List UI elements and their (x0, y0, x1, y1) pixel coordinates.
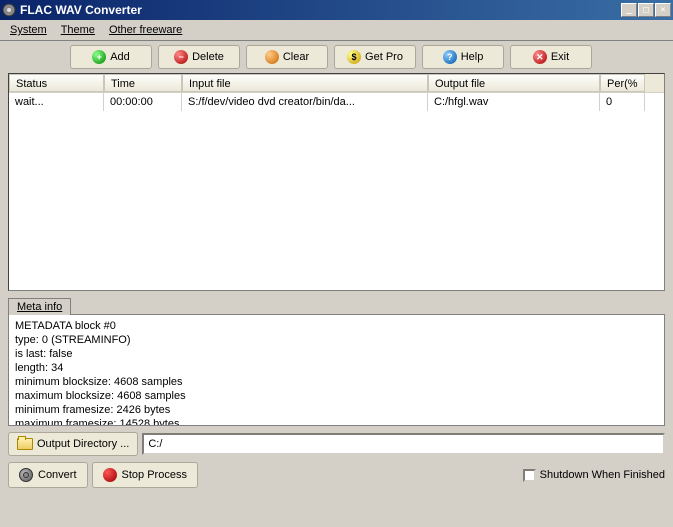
bottom-row: Convert Stop Process Shutdown When Finis… (8, 462, 665, 488)
exit-button[interactable]: ✕Exit (510, 45, 592, 69)
cell-per: 0 (600, 93, 645, 111)
table-header: Status Time Input file Output file Per(% (9, 74, 664, 93)
window-title: FLAC WAV Converter (20, 3, 621, 17)
stop-process-button[interactable]: Stop Process (92, 462, 198, 488)
menubar: System Theme Other freeware (0, 20, 673, 41)
output-directory-row: Output Directory ... (8, 432, 665, 456)
minimize-button[interactable]: _ (621, 3, 637, 17)
help-button[interactable]: ?Help (422, 45, 504, 69)
clear-icon (265, 50, 279, 64)
output-path-input[interactable] (142, 433, 665, 455)
add-button[interactable]: +Add (70, 45, 152, 69)
folder-icon (17, 438, 33, 450)
col-per[interactable]: Per(% (600, 74, 645, 92)
stop-icon (103, 468, 117, 482)
menu-system[interactable]: System (4, 22, 53, 38)
meta-line: is last: false (15, 347, 658, 361)
titlebar: FLAC WAV Converter _ □ ✕ (0, 0, 673, 20)
help-icon: ? (443, 50, 457, 64)
shutdown-option: Shutdown When Finished (523, 469, 665, 482)
menu-other-freeware[interactable]: Other freeware (103, 22, 188, 38)
exit-icon: ✕ (533, 50, 547, 64)
meta-section: Meta info METADATA block #0 type: 0 (STR… (8, 297, 665, 426)
col-input[interactable]: Input file (182, 74, 428, 92)
get-pro-button[interactable]: $Get Pro (334, 45, 416, 69)
cell-output: C:/hfgl.wav (428, 93, 600, 111)
meta-line: maximum framesize: 14528 bytes (15, 417, 658, 426)
meta-line: minimum blocksize: 4608 samples (15, 375, 658, 389)
delete-button[interactable]: −Delete (158, 45, 240, 69)
file-table: Status Time Input file Output file Per(%… (8, 73, 665, 291)
close-button[interactable]: ✕ (655, 3, 671, 17)
meta-line: METADATA block #0 (15, 319, 658, 333)
maximize-button[interactable]: □ (638, 3, 654, 17)
col-time[interactable]: Time (104, 74, 182, 92)
meta-line: minimum framesize: 2426 bytes (15, 403, 658, 417)
menu-theme[interactable]: Theme (55, 22, 101, 38)
cell-status: wait... (9, 93, 104, 111)
star-icon: $ (347, 50, 361, 64)
cell-input: S:/f/dev/video dvd creator/bin/da... (182, 93, 428, 111)
clear-button[interactable]: Clear (246, 45, 328, 69)
cell-time: 00:00:00 (104, 93, 182, 111)
shutdown-checkbox[interactable] (523, 469, 536, 482)
app-icon (2, 3, 16, 17)
plus-icon: + (92, 50, 106, 64)
gear-icon (19, 468, 33, 482)
shutdown-label: Shutdown When Finished (540, 469, 665, 481)
output-directory-button[interactable]: Output Directory ... (8, 432, 138, 456)
table-body[interactable]: wait... 00:00:00 S:/f/dev/video dvd crea… (9, 93, 664, 291)
col-status[interactable]: Status (9, 74, 104, 92)
convert-button[interactable]: Convert (8, 462, 88, 488)
tab-meta-info[interactable]: Meta info (8, 298, 71, 315)
meta-line: length: 34 (15, 361, 658, 375)
meta-line: maximum blocksize: 4608 samples (15, 389, 658, 403)
toolbar: +Add −Delete Clear $Get Pro ?Help ✕Exit (0, 41, 673, 73)
minus-icon: − (174, 50, 188, 64)
table-row[interactable]: wait... 00:00:00 S:/f/dev/video dvd crea… (9, 93, 664, 111)
meta-line: type: 0 (STREAMINFO) (15, 333, 658, 347)
col-output[interactable]: Output file (428, 74, 600, 92)
meta-info-box: METADATA block #0 type: 0 (STREAMINFO) i… (8, 314, 665, 426)
